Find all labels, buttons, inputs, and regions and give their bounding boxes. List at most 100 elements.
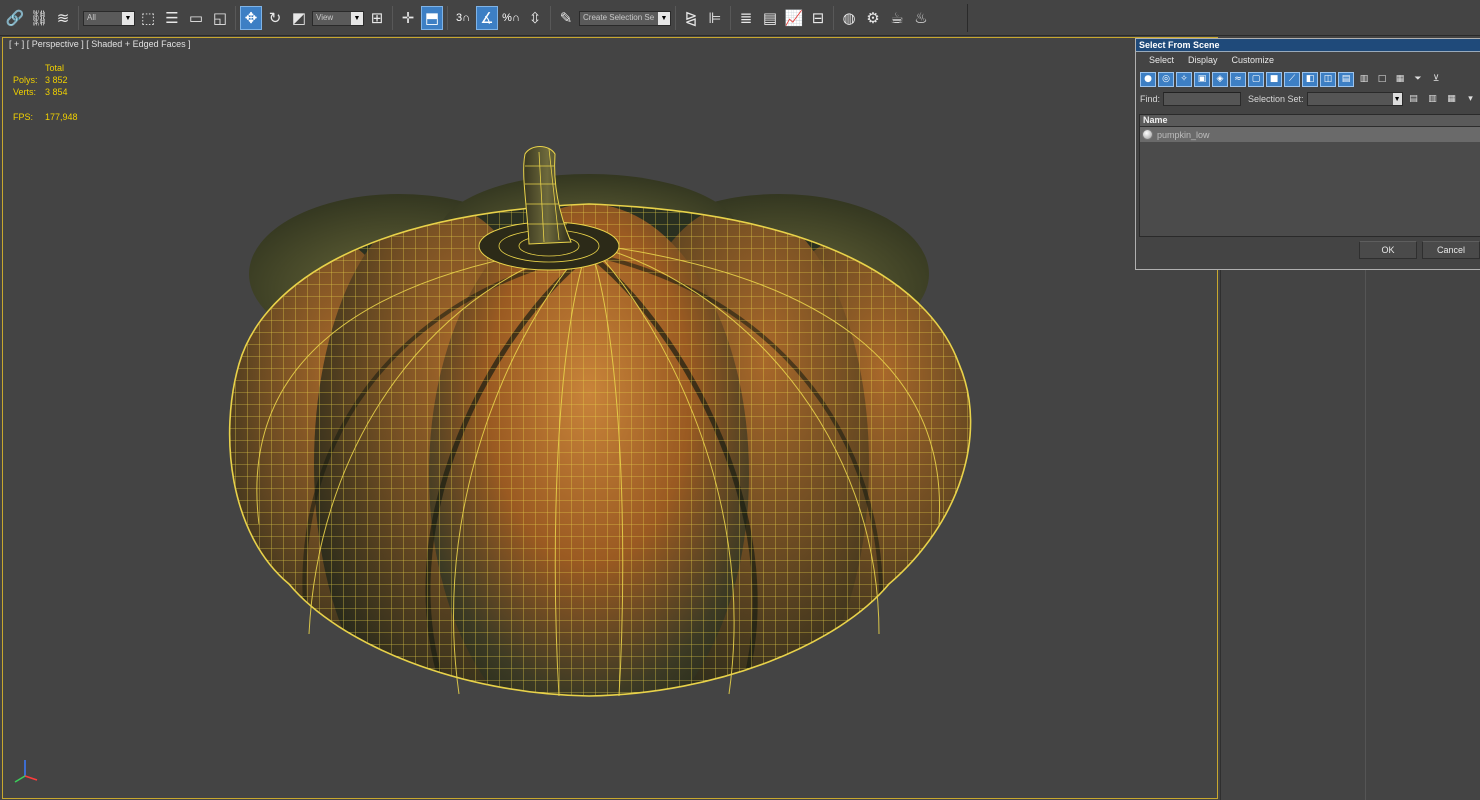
filter-xrefs-icon[interactable]: ■	[1266, 71, 1282, 87]
toolbar-separator	[392, 6, 393, 30]
rendered-frame-window-icon[interactable]: ☕	[886, 6, 908, 30]
select-and-link-icon[interactable]: 🔗	[4, 6, 26, 30]
stats-verts-value: 3 854	[45, 87, 68, 97]
find-input[interactable]	[1163, 92, 1242, 106]
reference-coordinate-value: View	[316, 12, 334, 22]
magnet-icon: ∩	[511, 12, 520, 24]
menu-display[interactable]: Display	[1181, 55, 1225, 65]
unlink-selection-icon[interactable]: ⛓	[28, 6, 50, 30]
stats-verts-row: Verts: 3 854	[13, 86, 78, 98]
dialog-find-row: Find: Selection Set: ▼ ▤ ▥ ▦ ▾	[1136, 90, 1480, 108]
select-and-scale-icon[interactable]: ◩	[288, 6, 310, 30]
select-by-name-icon[interactable]: ☰	[161, 6, 183, 30]
filter-frozen-icon[interactable]: ◫	[1320, 71, 1336, 87]
graphite-tools-icon[interactable]: ▤	[759, 6, 781, 30]
toolbar-separator	[833, 6, 834, 30]
curve-editor-icon[interactable]: 📈	[783, 6, 805, 30]
select-and-move-icon[interactable]: ✥	[240, 6, 262, 30]
spinner-snap-icon[interactable]: ⇳	[524, 6, 546, 30]
angle-snap-icon[interactable]: ∡	[476, 6, 498, 30]
stats-total-label: Total	[45, 63, 65, 73]
stats-polys-row: Polys: 3 852	[13, 74, 78, 86]
named-selection-set-select[interactable]: Create Selection Se ▼	[579, 10, 671, 26]
layer-manager-icon[interactable]: ≣	[735, 6, 757, 30]
filter-groups-icon[interactable]: ▢	[1248, 71, 1264, 87]
viewport-label[interactable]: [ + ] [ Perspective ] [ Shaded + Edged F…	[9, 39, 191, 49]
percent-snap-label: %	[502, 12, 512, 24]
filter-shapes-icon[interactable]: ◎	[1158, 71, 1174, 87]
schematic-view-icon[interactable]: ⊟	[807, 6, 829, 30]
keyboard-shortcut-override-icon[interactable]: ⬒	[421, 6, 443, 30]
stats-fps-row: FPS: 177,948	[13, 111, 78, 123]
toolbar-separator	[730, 6, 731, 30]
selection-set-select[interactable]: ▼	[1306, 92, 1403, 106]
filter-hidden-icon[interactable]: ▤	[1338, 71, 1354, 87]
filter-funnel-icon[interactable]: ⏷	[1410, 72, 1426, 87]
stats-polys-label: Polys:	[13, 75, 38, 85]
list-item[interactable]: pumpkin_low	[1140, 127, 1480, 142]
pivot-center-icon[interactable]: ⊞	[366, 6, 388, 30]
select-all-icon[interactable]: ▥	[1356, 72, 1372, 87]
scene-object-list[interactable]: Name pumpkin_low	[1139, 114, 1480, 237]
select-and-rotate-icon[interactable]: ↻	[264, 6, 286, 30]
mirror-icon[interactable]: ⧎	[680, 6, 702, 30]
stats-verts-label: Verts:	[13, 87, 37, 97]
add-to-set-icon[interactable]: ▦	[1444, 92, 1460, 107]
list-item-label: pumpkin_low	[1157, 129, 1210, 140]
chevron-down-icon: ▼	[1392, 93, 1402, 105]
menu-customize[interactable]: Customize	[1225, 55, 1282, 65]
toolbar-separator	[235, 6, 236, 30]
chevron-down-icon: ▼	[122, 11, 134, 25]
filter-lights-icon[interactable]: ✧	[1176, 71, 1192, 87]
command-panel	[1220, 270, 1480, 800]
dialog-title[interactable]: Select From Scene	[1136, 39, 1480, 52]
panel-column-divider	[1365, 270, 1366, 800]
perspective-viewport[interactable]: [ + ] [ Perspective ] [ Shaded + Edged F…	[2, 37, 1218, 799]
chevron-down-icon: ▼	[658, 11, 670, 25]
stats-fps-label: FPS:	[13, 112, 34, 122]
stats-fps-value: 177,948	[45, 112, 78, 122]
material-editor-icon[interactable]: ◍	[838, 6, 860, 30]
toolbar-separator	[550, 6, 551, 30]
filter-containers-icon[interactable]: ◧	[1302, 71, 1318, 87]
remove-set-icon[interactable]: ▥	[1425, 92, 1441, 107]
pumpkin-model[interactable]	[199, 104, 981, 744]
list-column-name[interactable]: Name	[1140, 115, 1480, 127]
edit-named-selection-icon[interactable]: ✎	[555, 6, 577, 30]
select-from-scene-dialog: Select From Scene Select Display Customi…	[1135, 38, 1480, 270]
reference-coordinate-select[interactable]: View ▼	[312, 10, 364, 26]
window-crossing-icon[interactable]: ◱	[209, 6, 231, 30]
filter-space-warps-icon[interactable]: ≈	[1230, 71, 1246, 87]
align-icon[interactable]: ⊫	[704, 6, 726, 30]
filter-geometry-icon[interactable]: ●	[1140, 71, 1156, 87]
snaps-toggle-button[interactable]: 3∩	[452, 12, 474, 24]
rectangular-region-icon[interactable]: ▭	[185, 6, 207, 30]
chevron-down-icon[interactable]: ▾	[1463, 92, 1479, 107]
create-set-icon[interactable]: ▤	[1406, 92, 1422, 107]
ok-button[interactable]: OK	[1359, 241, 1417, 259]
geometry-sphere-icon	[1142, 129, 1153, 140]
percent-snap-button[interactable]: %∩	[500, 12, 522, 24]
render-production-icon[interactable]: ♨	[910, 6, 932, 30]
cancel-button[interactable]: Cancel	[1422, 241, 1480, 259]
filter-cameras-icon[interactable]: ▣	[1194, 71, 1210, 87]
axis-tripod-icon	[14, 760, 38, 783]
select-manipulate-icon[interactable]: ✛	[397, 6, 419, 30]
select-object-icon[interactable]: ⬚	[137, 6, 159, 30]
filter-options-icon[interactable]: ⊻	[1428, 72, 1444, 87]
toolbar-separator	[447, 6, 448, 30]
select-invert-icon[interactable]: ▦	[1392, 72, 1408, 87]
magnet-icon: ∩	[462, 12, 471, 24]
filter-helpers-icon[interactable]: ◈	[1212, 71, 1228, 87]
bind-space-warp-icon[interactable]: ≋	[52, 6, 74, 30]
menu-select[interactable]: Select	[1142, 55, 1181, 65]
dialog-buttons: OK Cancel	[1359, 241, 1480, 259]
render-setup-icon[interactable]: ⚙	[862, 6, 884, 30]
selection-filter-select[interactable]: All ▼	[83, 10, 135, 26]
filter-bones-icon[interactable]: ⟋	[1284, 71, 1300, 87]
find-label: Find:	[1140, 94, 1161, 104]
select-none-icon[interactable]: □	[1374, 72, 1390, 87]
chevron-down-icon: ▼	[351, 11, 363, 25]
statistics-overlay: Total Polys: 3 852 Verts: 3 854 FPS: 177…	[13, 62, 78, 123]
toolbar-separator	[78, 6, 79, 30]
